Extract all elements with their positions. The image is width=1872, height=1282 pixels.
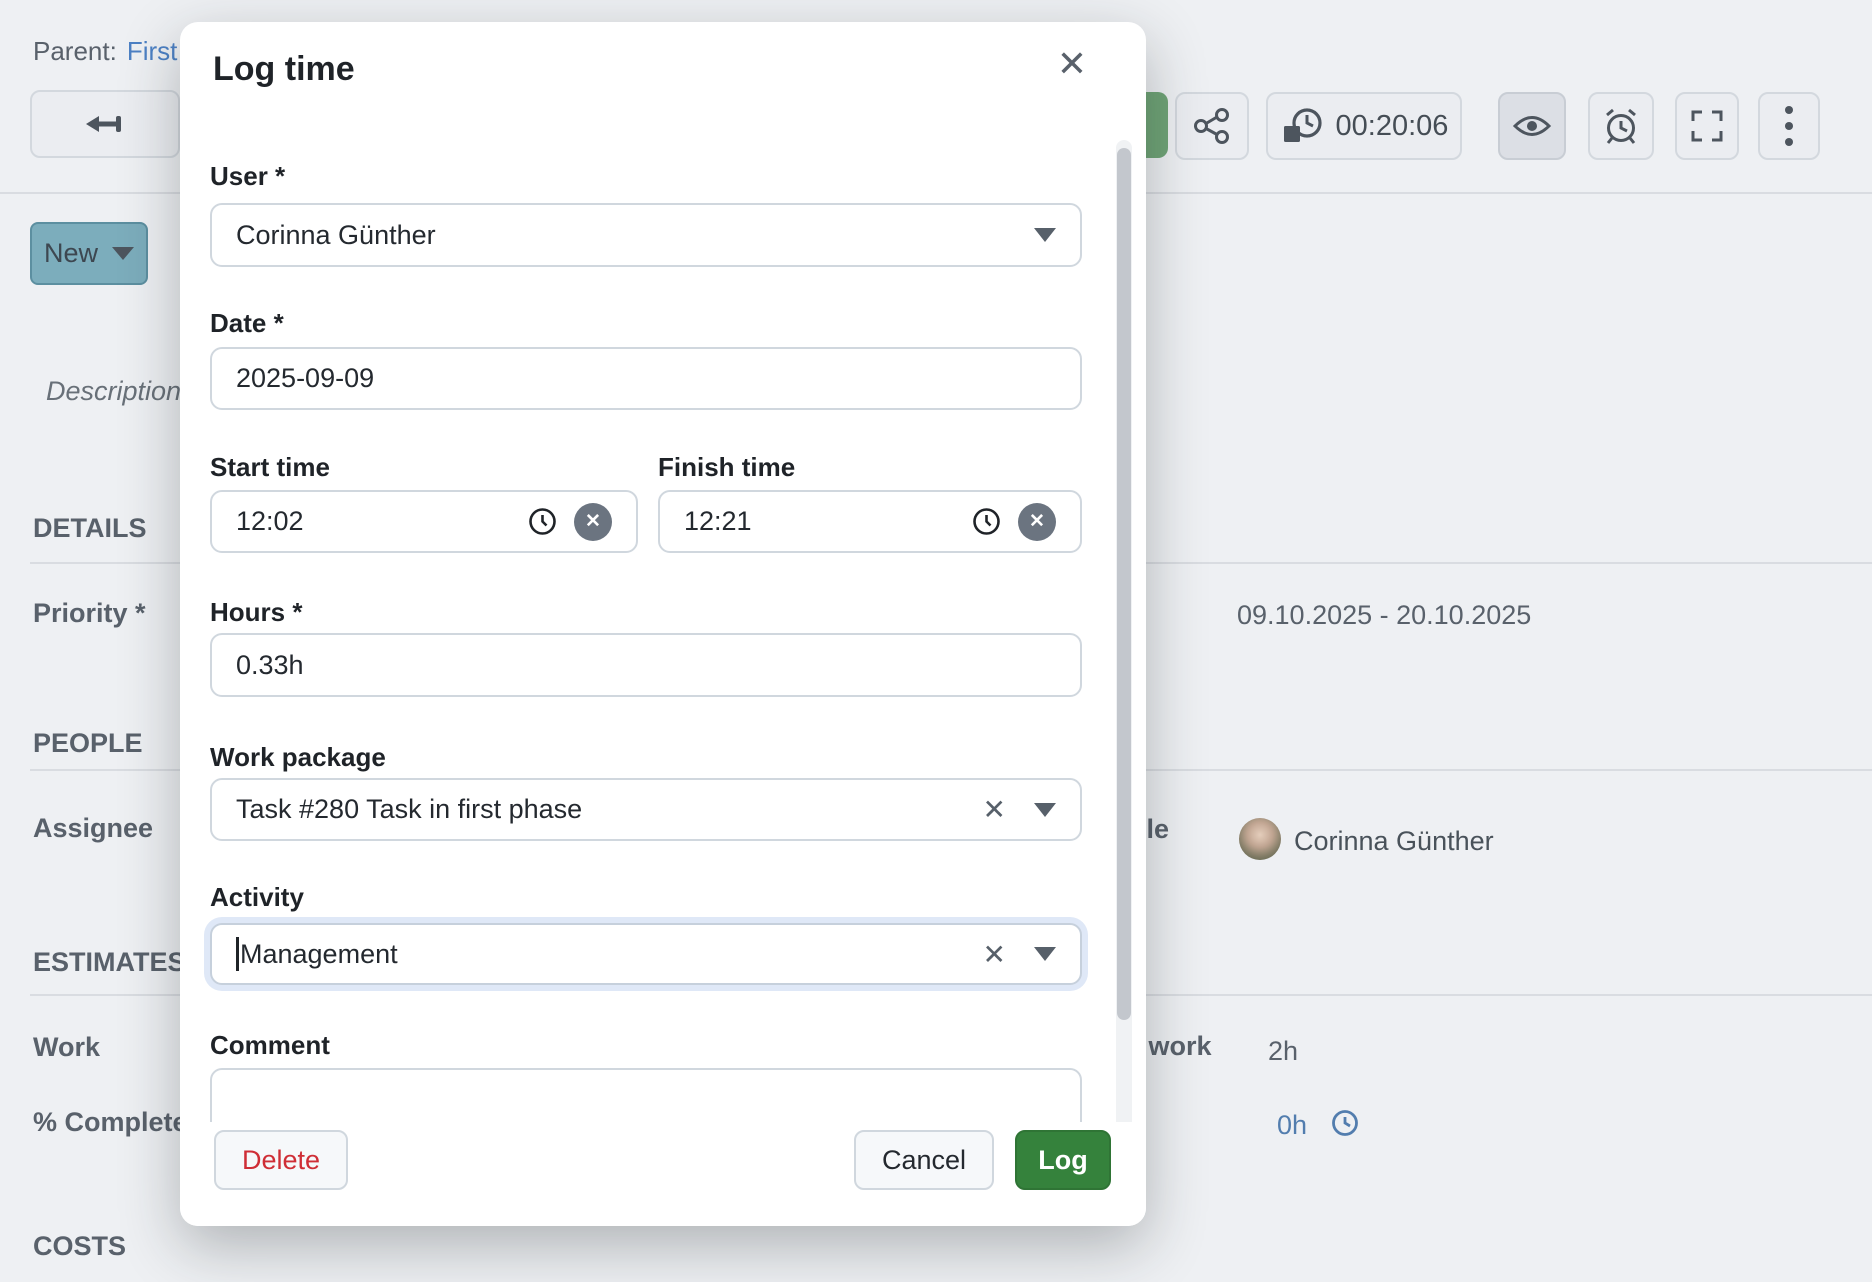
work-package-value: Task #280 Task in first phase — [236, 794, 983, 825]
remaining-work-value[interactable]: 2h — [1268, 1036, 1298, 1067]
clear-time-icon[interactable]: ✕ — [574, 503, 612, 541]
reminder-button[interactable] — [1588, 92, 1654, 160]
user-label: User * — [210, 161, 285, 192]
cancel-button[interactable]: Cancel — [854, 1130, 994, 1190]
clear-selection-icon[interactable]: ✕ — [983, 793, 1006, 826]
back-arrow-icon — [82, 110, 128, 138]
kebab-icon — [1785, 102, 1793, 150]
share-icon — [1192, 107, 1232, 145]
dialog-footer: Delete Cancel Log — [180, 1122, 1146, 1226]
breadcrumb-label: Parent: — [33, 36, 117, 66]
share-button[interactable] — [1175, 92, 1249, 160]
finish-time-input[interactable]: 12:21 ✕ — [658, 490, 1082, 553]
activity-select[interactable]: Management ✕ — [210, 923, 1082, 985]
work-package-label: Work package — [210, 742, 386, 773]
user-select[interactable]: Corinna Günther — [210, 203, 1082, 267]
watch-button[interactable] — [1498, 92, 1566, 160]
spent-time-clock-icon[interactable] — [1330, 1108, 1360, 1138]
accountable-value[interactable]: Corinna Günther — [1294, 826, 1494, 857]
activity-label: Activity — [210, 882, 304, 913]
chevron-down-icon[interactable] — [1034, 228, 1056, 242]
new-button-label: New — [44, 238, 98, 269]
start-time-value: 12:02 — [236, 506, 515, 537]
avatar — [1239, 818, 1281, 860]
work-package-select[interactable]: Task #280 Task in first phase ✕ — [210, 778, 1082, 841]
hours-input[interactable]: 0.33h — [210, 633, 1082, 697]
priority-label: Priority * — [33, 598, 146, 629]
spent-time-link[interactable]: 0h — [1277, 1110, 1307, 1141]
alarm-clock-icon — [1601, 106, 1641, 146]
comment-label: Comment — [210, 1030, 330, 1061]
chevron-down-icon[interactable] — [1034, 947, 1056, 961]
new-dropdown-button[interactable]: New — [30, 222, 148, 285]
clock-icon[interactable] — [971, 506, 1002, 537]
date-input[interactable]: 2025-09-09 — [210, 347, 1082, 410]
app-root: Parent:First p 00:20:06 — [0, 0, 1872, 1282]
section-costs: COSTS — [33, 1231, 126, 1262]
timer-button[interactable]: 00:20:06 — [1266, 92, 1462, 160]
user-select-value: Corinna Günther — [236, 220, 1034, 251]
more-menu-button[interactable] — [1758, 92, 1820, 160]
eye-icon — [1512, 111, 1552, 141]
expand-icon — [1689, 108, 1725, 144]
clock-icon[interactable] — [527, 506, 558, 537]
stop-timer-icon — [1280, 105, 1324, 147]
activity-value: Management — [240, 939, 983, 970]
date-range-value[interactable]: 09.10.2025 - 20.10.2025 — [1237, 600, 1531, 631]
breadcrumb: Parent:First p — [33, 36, 199, 67]
log-button[interactable]: Log — [1015, 1130, 1111, 1190]
timer-value: 00:20:06 — [1336, 110, 1449, 143]
section-people: PEOPLE — [33, 728, 143, 759]
assignee-label: Assignee — [33, 813, 153, 844]
dialog-scrollbar-thumb[interactable] — [1117, 148, 1131, 1020]
description-placeholder[interactable]: Description — [46, 376, 181, 407]
delete-button[interactable]: Delete — [214, 1130, 348, 1190]
text-cursor — [236, 937, 239, 971]
date-input-value: 2025-09-09 — [236, 363, 1056, 394]
percent-complete-label: % Complete — [33, 1107, 188, 1138]
chevron-down-icon[interactable] — [1034, 803, 1056, 817]
finish-time-value: 12:21 — [684, 506, 959, 537]
log-time-dialog: Log time ✕ User * Corinna Günther Date *… — [180, 22, 1146, 1226]
work-label: Work — [33, 1032, 100, 1063]
start-time-label: Start time — [210, 452, 330, 483]
fullscreen-button[interactable] — [1675, 92, 1739, 160]
hours-value: 0.33h — [236, 650, 1056, 681]
finish-time-label: Finish time — [658, 452, 795, 483]
clear-selection-icon[interactable]: ✕ — [983, 938, 1006, 971]
hours-label: Hours * — [210, 597, 302, 628]
back-button[interactable] — [30, 90, 180, 158]
dialog-title: Log time — [213, 50, 355, 89]
dialog-scrollbar-track[interactable] — [1116, 140, 1132, 1130]
chevron-down-icon — [112, 247, 134, 260]
clear-time-icon[interactable]: ✕ — [1018, 503, 1056, 541]
start-time-input[interactable]: 12:02 ✕ — [210, 490, 638, 553]
date-label: Date * — [210, 308, 284, 339]
section-details: DETAILS — [33, 513, 147, 544]
close-icon[interactable]: ✕ — [1048, 40, 1096, 88]
